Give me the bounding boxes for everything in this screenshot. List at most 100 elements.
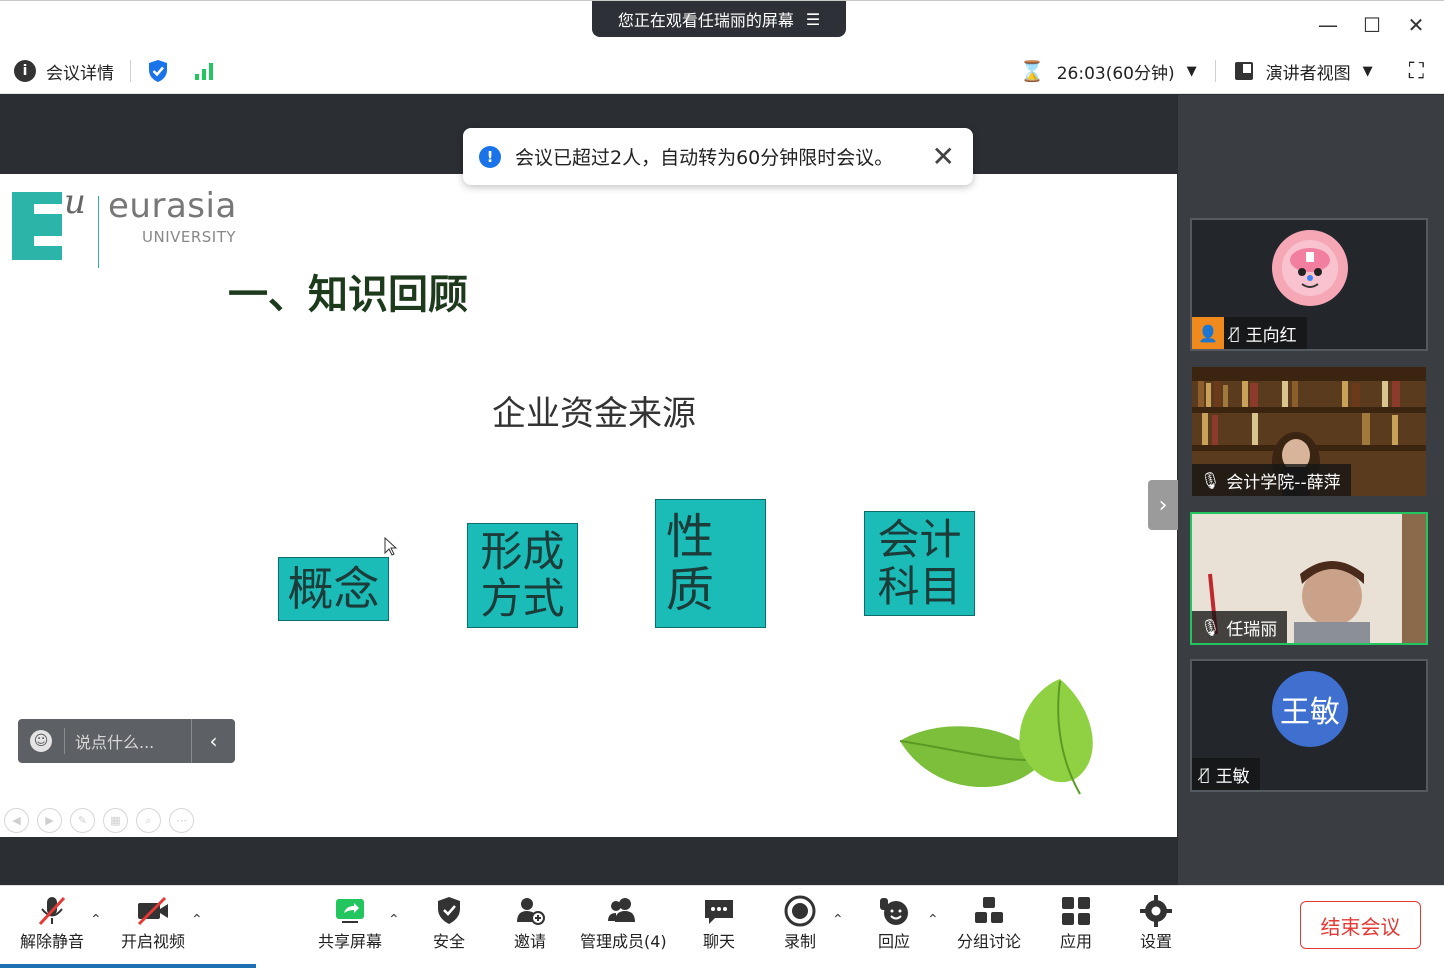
slides-grid-icon[interactable]: ▦ [103, 808, 128, 833]
speaker-view-icon [1234, 62, 1253, 80]
concept-box: 概念 [278, 557, 389, 621]
comment-box[interactable]: ☺ 说点什么... ‹ [18, 719, 235, 763]
manage-members-button[interactable]: 管理成员(4) [580, 894, 667, 952]
box-label-line1: 性 [666, 508, 715, 565]
expand-panel-chevron-icon[interactable]: › [1148, 480, 1178, 530]
mic-muted-icon: 🎙̸ [1230, 323, 1240, 343]
participant-name: 任瑞丽 [1226, 619, 1278, 640]
chevron-up-icon[interactable]: ⌃ [191, 912, 203, 928]
participant-label: 🎙̸ 王敏 [1192, 758, 1260, 790]
cartoon-avatar-icon [1282, 240, 1338, 296]
logo-divider [98, 196, 99, 268]
participant-label: 👤 🎙̸ 王向红 [1192, 317, 1307, 349]
participant-name: 王敏 [1215, 766, 1250, 787]
chat-icon [705, 900, 733, 924]
unmute-button[interactable]: 解除静音 [20, 894, 84, 952]
breakout-rooms-button[interactable]: 分组讨论 [957, 894, 1021, 952]
participant-tile[interactable]: 王敏 🎙̸ 王敏 [1190, 659, 1428, 792]
nature-box: 性 质 [655, 499, 766, 628]
time-limit-notification: ! 会议已超过2人，自动转为60分钟限时会议。 ✕ [463, 128, 973, 185]
logo-u: u [64, 182, 86, 222]
members-icon [608, 898, 636, 922]
account-subject-box: 会计 科目 [864, 511, 975, 616]
gear-icon [1140, 895, 1172, 927]
share-screen-button[interactable]: 共享屏幕 [318, 894, 382, 952]
record-label: 录制 [783, 932, 816, 951]
participant-name: 会计学院--薛萍 [1226, 472, 1341, 493]
close-notification-button[interactable]: ✕ [932, 140, 955, 173]
fullscreen-icon[interactable]: ⛶ [1409, 59, 1424, 84]
participant-tile[interactable]: 👤 🎙̸ 王向红 [1190, 218, 1428, 351]
alert-icon: ! [479, 145, 501, 168]
react-button[interactable]: 回应 [876, 894, 912, 952]
meeting-details-link[interactable]: 会议详情 [46, 59, 114, 84]
apps-button[interactable]: 应用 [1058, 894, 1094, 952]
meeting-info-bar: i 会议详情 ⌛ 26:03(60分钟) ▼ 演讲者视图 ▼ ⛶ [0, 48, 1444, 94]
collapse-chevron-icon[interactable]: ‹ [191, 719, 235, 763]
info-icon[interactable]: i [14, 60, 36, 82]
maximize-button[interactable]: ☐ [1352, 9, 1392, 41]
title-bar: 您正在观看任瑞丽的屏幕 ☰ — ☐ ✕ [0, 0, 1444, 48]
mic-muted-icon: 🎙̸ [1200, 764, 1210, 784]
apps-grid-icon [1062, 897, 1090, 925]
security-label: 安全 [432, 932, 465, 951]
start-video-label: 开启视频 [121, 932, 186, 951]
sharing-banner[interactable]: 您正在观看任瑞丽的屏幕 ☰ [592, 1, 846, 37]
divider [64, 728, 65, 754]
pen-icon[interactable]: ✎ [70, 808, 95, 833]
view-mode-button[interactable]: 演讲者视图 [1266, 59, 1351, 84]
invite-label: 邀请 [513, 932, 546, 951]
chat-label: 聊天 [702, 932, 735, 951]
react-label: 回应 [877, 932, 910, 951]
menu-lines-icon[interactable]: ☰ [806, 10, 820, 29]
close-window-button[interactable]: ✕ [1396, 9, 1436, 41]
shield-icon [438, 897, 460, 924]
settings-button[interactable]: 设置 [1138, 894, 1174, 952]
sharing-banner-text: 您正在观看任瑞丽的屏幕 [617, 11, 794, 30]
chevron-down-icon[interactable]: ▼ [1363, 64, 1373, 79]
participant-tile-active[interactable]: 🎙 任瑞丽 [1190, 512, 1428, 645]
slide-nav-controls: ◀ ▶ ✎ ▦ ⌕ ⋯ [4, 808, 194, 833]
participant-tile[interactable]: 🎙 会计学院--薛萍 [1190, 365, 1428, 498]
zoom-icon[interactable]: ⌕ [136, 808, 161, 833]
slide-subtitle: 企业资金来源 [492, 394, 696, 434]
next-slide-icon[interactable]: ▶ [37, 808, 62, 833]
signal-strength-icon[interactable] [193, 60, 217, 82]
avatar-text: 王敏 [1280, 695, 1340, 730]
logo-name: eurasia [108, 186, 237, 226]
chevron-up-icon[interactable]: ⌃ [90, 912, 102, 928]
security-button[interactable]: 安全 [431, 894, 467, 952]
minimize-button[interactable]: — [1308, 9, 1348, 41]
chevron-up-icon[interactable]: ⌃ [388, 912, 400, 928]
unmute-label: 解除静音 [20, 932, 85, 951]
record-button[interactable]: 录制 [782, 894, 818, 952]
avatar [1272, 230, 1348, 306]
invite-button[interactable]: 邀请 [512, 894, 548, 952]
end-meeting-button[interactable]: 结束会议 [1300, 901, 1421, 949]
start-video-button[interactable]: 开启视频 [121, 894, 185, 952]
meeting-toolbar: 解除静音 ⌃ 开启视频 ⌃ 共享屏幕 ⌃ 安全 邀请 管理成员(4) 聊天 录制… [0, 885, 1444, 968]
meeting-timer: 26:03(60分钟) [1056, 63, 1175, 84]
chevron-down-icon[interactable]: ▼ [1187, 64, 1197, 79]
box-label-line2: 方式 [480, 573, 565, 623]
chat-button[interactable]: 聊天 [701, 894, 737, 952]
apps-label: 应用 [1059, 932, 1092, 951]
more-icon[interactable]: ⋯ [169, 808, 194, 833]
chevron-up-icon[interactable]: ⌃ [832, 912, 844, 928]
host-avatar-icon: 👤 [1192, 317, 1224, 349]
breakout-icon [975, 897, 1003, 923]
record-icon [784, 895, 816, 927]
prev-slide-icon[interactable]: ◀ [4, 808, 29, 833]
box-label-line2: 质 [666, 561, 715, 618]
box-label-line1: 形成 [480, 527, 565, 577]
add-user-icon [517, 898, 545, 925]
comment-input[interactable]: 说点什么... [75, 729, 154, 753]
shield-check-icon[interactable] [147, 59, 169, 83]
avatar: 王敏 [1272, 671, 1348, 747]
hourglass-icon: ⌛ [1019, 59, 1045, 83]
participant-label: 🎙 任瑞丽 [1192, 611, 1288, 643]
chevron-up-icon[interactable]: ⌃ [927, 912, 939, 928]
emoji-icon[interactable]: ☺ [30, 730, 52, 752]
settings-label: 设置 [1139, 932, 1172, 951]
mic-muted-icon [38, 896, 66, 926]
